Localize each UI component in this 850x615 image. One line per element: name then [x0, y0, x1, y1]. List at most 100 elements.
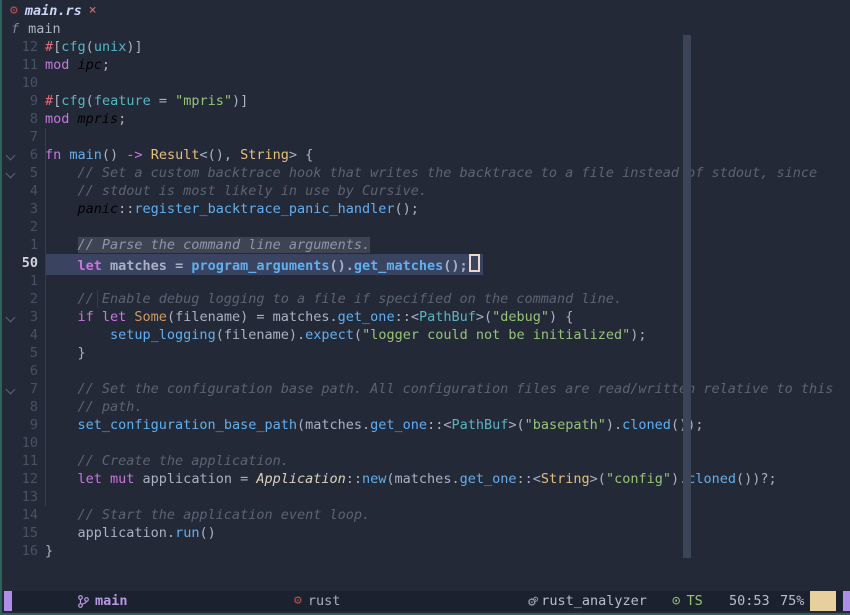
- line-number: 2: [18, 290, 38, 308]
- token: set_configuration_base_path: [78, 417, 297, 433]
- language-name: rust: [308, 592, 341, 610]
- code-text: [38, 74, 850, 92]
- token: "logger could not be initialized": [362, 327, 630, 343]
- code-line[interactable]: 10: [4, 74, 850, 92]
- git-branch-indicator[interactable]: main: [78, 591, 128, 611]
- code-line[interactable]: 16}: [4, 542, 850, 560]
- code-line[interactable]: 12#[cfg(unix)]: [4, 38, 850, 56]
- token: PathBuf: [451, 417, 508, 433]
- fold-chevron-icon[interactable]: [4, 146, 18, 164]
- code-line[interactable]: 5 // Set a custom backtrace hook that wr…: [4, 164, 850, 182]
- code-line[interactable]: 5 }: [4, 344, 850, 362]
- code-line[interactable]: 3 panic::register_backtrace_panic_handle…: [4, 200, 850, 218]
- line-number: 14: [18, 506, 38, 524]
- token: ) {: [549, 309, 573, 325]
- status-accent-tan-block: [810, 591, 836, 611]
- code-line[interactable]: 12 let mut application = Application::ne…: [4, 470, 850, 488]
- fold-chevron-icon[interactable]: [4, 308, 18, 326]
- line-number: 4: [18, 326, 38, 344]
- code-line[interactable]: 9 set_configuration_base_path(matches.ge…: [4, 416, 850, 434]
- code-line[interactable]: 15 application.run(): [4, 524, 850, 542]
- code-editor[interactable]: 12#[cfg(unix)]11mod ipc;109#[cfg(feature…: [4, 38, 850, 560]
- code-line[interactable]: 2 // Enable debug logging to a file if s…: [4, 290, 850, 308]
- code-text: application.run(): [38, 524, 850, 542]
- gutter-spacer: [4, 236, 18, 254]
- code-text: mod mpris;: [38, 110, 850, 128]
- token: "debug": [492, 309, 549, 325]
- token: );: [630, 327, 646, 343]
- token: (: [167, 309, 175, 325]
- line-number: 12: [18, 470, 38, 488]
- code-line[interactable]: 9#[cfg(feature = "mpris")]: [4, 92, 850, 110]
- token: .: [362, 417, 370, 433]
- token: [45, 201, 78, 217]
- line-number: 50: [18, 254, 38, 272]
- code-text: // Parse the command line arguments.: [38, 236, 850, 254]
- line-number: 7: [18, 128, 38, 146]
- line-number: 12: [18, 38, 38, 56]
- code-line[interactable]: 6: [4, 362, 850, 380]
- treesitter-indicator[interactable]: ⊙ TS: [672, 591, 703, 611]
- code-line[interactable]: 1: [4, 272, 850, 290]
- line-number: 6: [18, 146, 38, 164]
- token: ();: [395, 201, 419, 217]
- token: panic: [78, 201, 119, 217]
- code-line[interactable]: 4 // stdout is most likely in use by Cur…: [4, 182, 850, 200]
- token: <(),: [199, 147, 240, 163]
- token: =: [232, 471, 256, 487]
- token: expect: [305, 327, 354, 343]
- status-bar: main ⚙ rust ⚙⚙ rust_analyzer ⊙ TS 50:53 …: [4, 591, 850, 611]
- function-symbol-icon: f: [11, 20, 19, 38]
- token: ipc: [78, 57, 102, 73]
- rust-gear-icon: ⚙: [10, 2, 18, 20]
- token: [45, 417, 78, 433]
- tab-title[interactable]: main.rs: [25, 2, 82, 20]
- lsp-indicator[interactable]: ⚙⚙ rust_analyzer: [528, 591, 647, 611]
- token: ->: [126, 147, 150, 163]
- code-line[interactable]: 3 if let Some(filename) = matches.get_on…: [4, 308, 850, 326]
- code-text: mod ipc;: [38, 56, 850, 74]
- token: .: [451, 471, 459, 487]
- fold-chevron-icon[interactable]: [4, 164, 18, 182]
- token: setup_logging: [110, 327, 216, 343]
- code-line[interactable]: 2: [4, 218, 850, 236]
- code-line[interactable]: 50 let matches = program_arguments().get…: [4, 254, 850, 272]
- token: #: [45, 93, 53, 109]
- code-line[interactable]: 7: [4, 128, 850, 146]
- language-indicator[interactable]: ⚙ rust: [294, 591, 340, 611]
- code-line[interactable]: 13: [4, 488, 850, 506]
- token: Some: [134, 309, 167, 325]
- token: if: [78, 309, 102, 325]
- gutter-spacer: [4, 470, 18, 488]
- token: ;: [102, 57, 110, 73]
- gutter-spacer: [4, 218, 18, 236]
- code-text: if let Some(filename) = matches.get_one:…: [38, 308, 850, 326]
- token: (: [86, 39, 94, 55]
- code-line[interactable]: 11 // Create the application.: [4, 452, 850, 470]
- code-line[interactable]: 7 // Set the configuration base path. Al…: [4, 380, 850, 398]
- token: unix: [94, 39, 127, 55]
- token: fn: [45, 147, 69, 163]
- code-line[interactable]: 1 // Parse the command line arguments.: [4, 236, 850, 254]
- code-line[interactable]: 10: [4, 434, 850, 452]
- line-number: 5: [18, 344, 38, 362]
- code-line[interactable]: 8 // path.: [4, 398, 850, 416]
- code-line[interactable]: 14 // Start the application event loop.: [4, 506, 850, 524]
- token: // path.: [45, 399, 143, 415]
- code-line[interactable]: 8mod mpris;: [4, 110, 850, 128]
- token: Application: [256, 471, 345, 487]
- token: #: [45, 39, 53, 55]
- token: mod: [45, 111, 78, 127]
- close-icon[interactable]: ×: [89, 2, 97, 20]
- code-line[interactable]: 11mod ipc;: [4, 56, 850, 74]
- gutter-spacer: [4, 362, 18, 380]
- code-line[interactable]: 6fn main() -> Result<(), String> {: [4, 146, 850, 164]
- gutter-spacer: [4, 524, 18, 542]
- code-line[interactable]: 4 setup_logging(filename).expect("logger…: [4, 326, 850, 344]
- fold-chevron-icon[interactable]: [4, 380, 18, 398]
- token: [45, 327, 110, 343]
- scrollbar-thumb[interactable]: [683, 35, 691, 558]
- token: // Create the application.: [45, 453, 289, 469]
- token: .: [330, 309, 338, 325]
- gutter-spacer: [4, 38, 18, 56]
